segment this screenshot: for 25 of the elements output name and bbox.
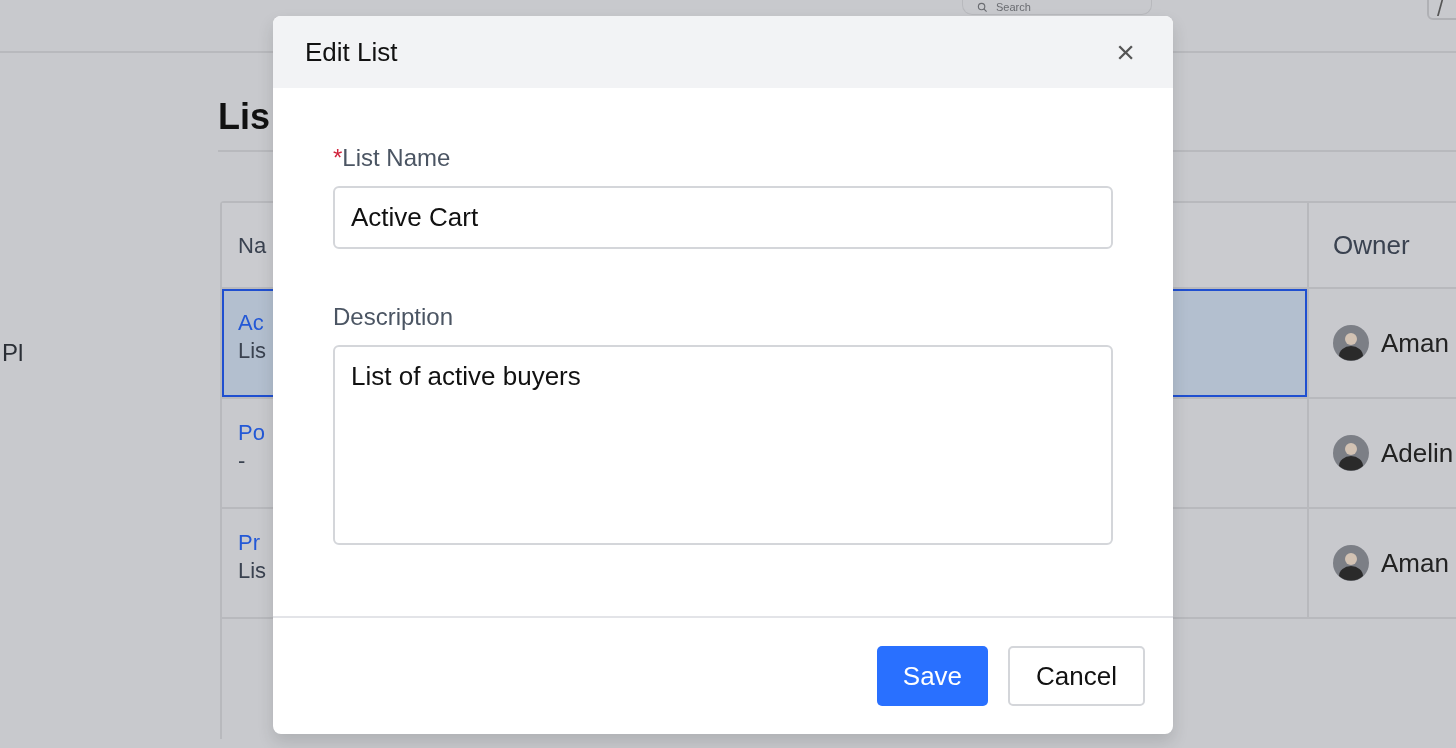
column-header: Na xyxy=(238,231,267,260)
shortcut-key: / xyxy=(1427,0,1456,20)
field-label: Description xyxy=(333,302,454,332)
list-link[interactable]: Po xyxy=(238,420,265,445)
dialog-title: Edit List xyxy=(305,35,398,69)
text-field[interactable]: Active Cart xyxy=(333,186,1113,249)
list-description: - xyxy=(238,447,246,473)
close-button[interactable]: × xyxy=(1110,36,1141,68)
avatar-icon xyxy=(1333,545,1369,581)
avatar-icon xyxy=(1333,435,1369,471)
text-area[interactable]: List of active buyers xyxy=(333,345,1113,545)
avatar-icon xyxy=(1333,325,1369,361)
owner-name: Aman xyxy=(1381,326,1449,360)
list-link[interactable]: Pr xyxy=(238,530,260,555)
list-description: Lis xyxy=(238,557,267,583)
sidebar-item[interactable]: Pl xyxy=(2,335,218,371)
column-header: Owner xyxy=(1333,228,1410,262)
owner-name: Aman xyxy=(1381,546,1449,580)
page-title: Lis xyxy=(218,96,270,137)
owner-name: Adelin xyxy=(1381,436,1454,470)
list-description: Lis xyxy=(238,337,267,363)
cancel-button[interactable]: Cancel xyxy=(1008,646,1145,706)
save-button[interactable]: Save xyxy=(876,646,989,706)
search-icon xyxy=(977,1,988,13)
field-label: *List Name xyxy=(333,143,451,173)
